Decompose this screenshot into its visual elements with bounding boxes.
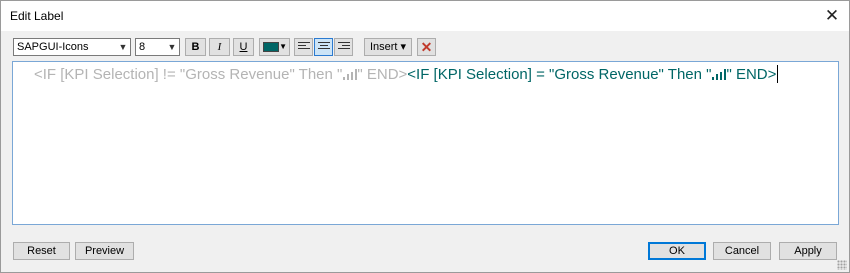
label-text-editor[interactable]: <IF [KPI Selection] != "Gross Revenue" T… <box>12 61 839 225</box>
underline-button[interactable]: U <box>233 38 254 56</box>
bold-button[interactable]: B <box>185 38 206 56</box>
live-text-after: " END> <box>726 66 777 83</box>
title-bar: Edit Label ✕ <box>1 1 849 31</box>
edit-label-dialog: Edit Label ✕ SAPGUI-Icons ▼ 8 ▼ B I U ▼ <box>0 0 850 273</box>
font-size-select[interactable]: 8 ▼ <box>135 38 180 56</box>
editor-line: <IF [KPI Selection] != "Gross Revenue" T… <box>34 65 779 85</box>
align-left-icon <box>298 42 310 52</box>
dialog-title: Edit Label <box>10 9 64 23</box>
format-toolbar: SAPGUI-Icons ▼ 8 ▼ B I U ▼ Insert ▾ ✕ <box>1 35 849 59</box>
chevron-down-icon: ▼ <box>118 42 128 52</box>
text-caret <box>777 65 779 83</box>
font-size-value: 8 <box>139 41 146 53</box>
live-text-before: <IF [KPI Selection] = "Gross Revenue" Th… <box>407 66 712 83</box>
align-center-button[interactable] <box>314 38 333 56</box>
bar-chart-icon <box>711 69 727 80</box>
color-swatch <box>263 42 279 52</box>
close-icon[interactable]: ✕ <box>815 1 849 31</box>
font-family-select[interactable]: SAPGUI-Icons ▼ <box>13 38 131 56</box>
text-color-button[interactable]: ▼ <box>259 38 290 56</box>
align-left-button[interactable] <box>294 38 313 56</box>
resize-grip-icon[interactable] <box>837 260 847 270</box>
insert-menu-button[interactable]: Insert ▾ <box>364 38 412 56</box>
reset-button[interactable]: Reset <box>13 242 70 260</box>
align-right-icon <box>338 42 350 52</box>
font-family-value: SAPGUI-Icons <box>17 41 89 53</box>
chevron-down-icon: ▼ <box>167 42 177 52</box>
clear-formatting-icon[interactable]: ✕ <box>417 38 436 56</box>
ghost-text-after: " END> <box>357 66 408 83</box>
preview-button[interactable]: Preview <box>75 242 134 260</box>
ghost-text-before: <IF [KPI Selection] != "Gross Revenue" T… <box>34 66 343 83</box>
italic-button[interactable]: I <box>209 38 230 56</box>
bar-chart-icon <box>342 69 358 80</box>
apply-button[interactable]: Apply <box>779 242 837 260</box>
ok-button[interactable]: OK <box>648 242 706 260</box>
chevron-down-icon: ▼ <box>279 42 287 51</box>
cancel-button[interactable]: Cancel <box>713 242 771 260</box>
align-right-button[interactable] <box>334 38 353 56</box>
align-center-icon <box>318 42 330 52</box>
